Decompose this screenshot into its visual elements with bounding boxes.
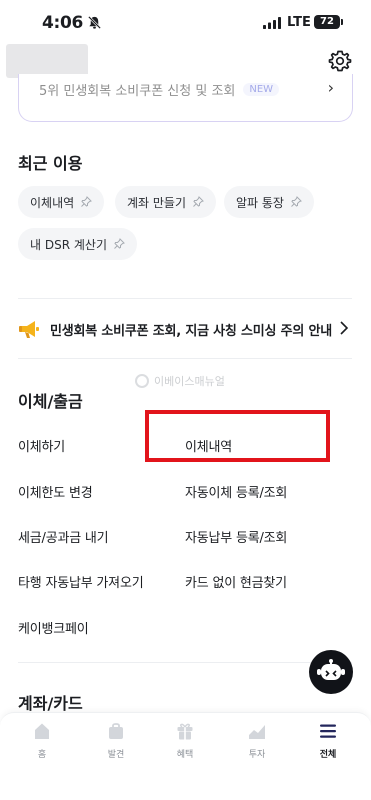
megaphone-icon [19,321,39,338]
gear-icon[interactable] [328,49,352,73]
chevron-right-icon: › [327,78,334,97]
robot-icon [317,659,345,680]
tab-benefits[interactable]: 혜택 [165,721,205,760]
menu-icon [320,724,336,738]
tab-label: 전체 [319,750,337,760]
tab-all[interactable]: 전체 [308,721,348,760]
recent-chip-transfer-history[interactable]: 이체내역 [18,186,105,218]
watermark-text: 이베이스매뉴얼 [154,375,225,388]
pin-icon[interactable] [290,196,302,208]
watermark: 이베이스매뉴얼 [135,373,225,389]
menu-transfer-limit[interactable]: 이체한도 변경 [18,482,93,501]
tab-label: 투자 [248,750,266,760]
recent-chip-alpha-account[interactable]: 알파 통장 [224,186,314,218]
bottom-tab-bar: 홈 발견 혜택 투자 전체 [0,712,371,800]
tab-discover[interactable]: 발견 [96,721,136,760]
chip-label: 내 DSR 계산기 [30,237,107,252]
menu-auto-payment[interactable]: 자동납부 등록/조회 [185,527,287,546]
highlight-annotation [145,410,330,462]
chip-label: 이체내역 [30,195,75,210]
menu-import-auto-payment[interactable]: 타행 자동납부 가져오기 [18,572,144,591]
recent-chip-open-account[interactable]: 계좌 만들기 [115,186,217,218]
divider [18,662,352,663]
divider [18,298,352,299]
pin-icon[interactable] [192,196,204,208]
menu-kbank-pay[interactable]: 케이뱅크페이 [18,618,89,637]
chevron-right-icon [340,321,348,335]
new-badge: NEW [243,83,280,96]
tab-label: 홈 [37,750,47,760]
recent-section-title: 최근 이용 [18,154,83,173]
tab-home[interactable]: 홈 [22,721,62,760]
chatbot-button[interactable] [309,650,353,694]
chart-icon [249,725,265,739]
menu-auto-transfer[interactable]: 자동이체 등록/조회 [185,482,287,501]
status-bar: 4:06 LTE 72 [0,0,371,44]
transfer-section-title: 이체/출금 [18,392,83,411]
banner-text: 민생회복 소비쿠폰 조회, 지금 사칭 스미싱 주의 안내 [50,323,332,339]
watermark-logo-icon [135,374,149,388]
coupon-notice-card[interactable]: 5위 민생회복 소비쿠폰 신청 및 조회 NEW › [18,74,353,122]
pin-icon[interactable] [80,196,93,208]
recent-chip-dsr-calculator[interactable]: 내 DSR 계산기 [18,228,137,260]
menu-cardless-withdrawal[interactable]: 카드 없이 현금찾기 [185,572,287,591]
bag-icon [109,723,123,739]
signal-icon [263,17,281,29]
chip-label: 계좌 만들기 [127,195,187,210]
menu-transfer[interactable]: 이체하기 [18,436,65,455]
gift-icon [177,723,193,740]
pin-icon[interactable] [113,238,125,250]
divider [18,358,352,359]
home-icon [35,723,49,739]
notice-text: 5위 민생회복 소비쿠폰 신청 및 조회 [39,84,236,99]
menu-tax-payment[interactable]: 세금/공과금 내기 [18,527,109,546]
battery-icon: 72 [314,15,340,29]
tab-label: 발견 [107,750,125,760]
tab-invest[interactable]: 투자 [237,721,277,760]
redacted-profile [6,44,88,78]
battery-nub [341,19,343,25]
bell-muted-icon [88,16,101,29]
chip-label: 알파 통장 [236,195,284,210]
status-time: 4:06 [42,13,84,33]
tab-label: 혜택 [176,750,194,760]
account-card-section-title: 계좌/카드 [18,694,83,713]
network-type: LTE [287,15,311,30]
smishing-notice-banner[interactable]: 민생회복 소비쿠폰 조회, 지금 사칭 스미싱 주의 안내 [18,314,352,344]
